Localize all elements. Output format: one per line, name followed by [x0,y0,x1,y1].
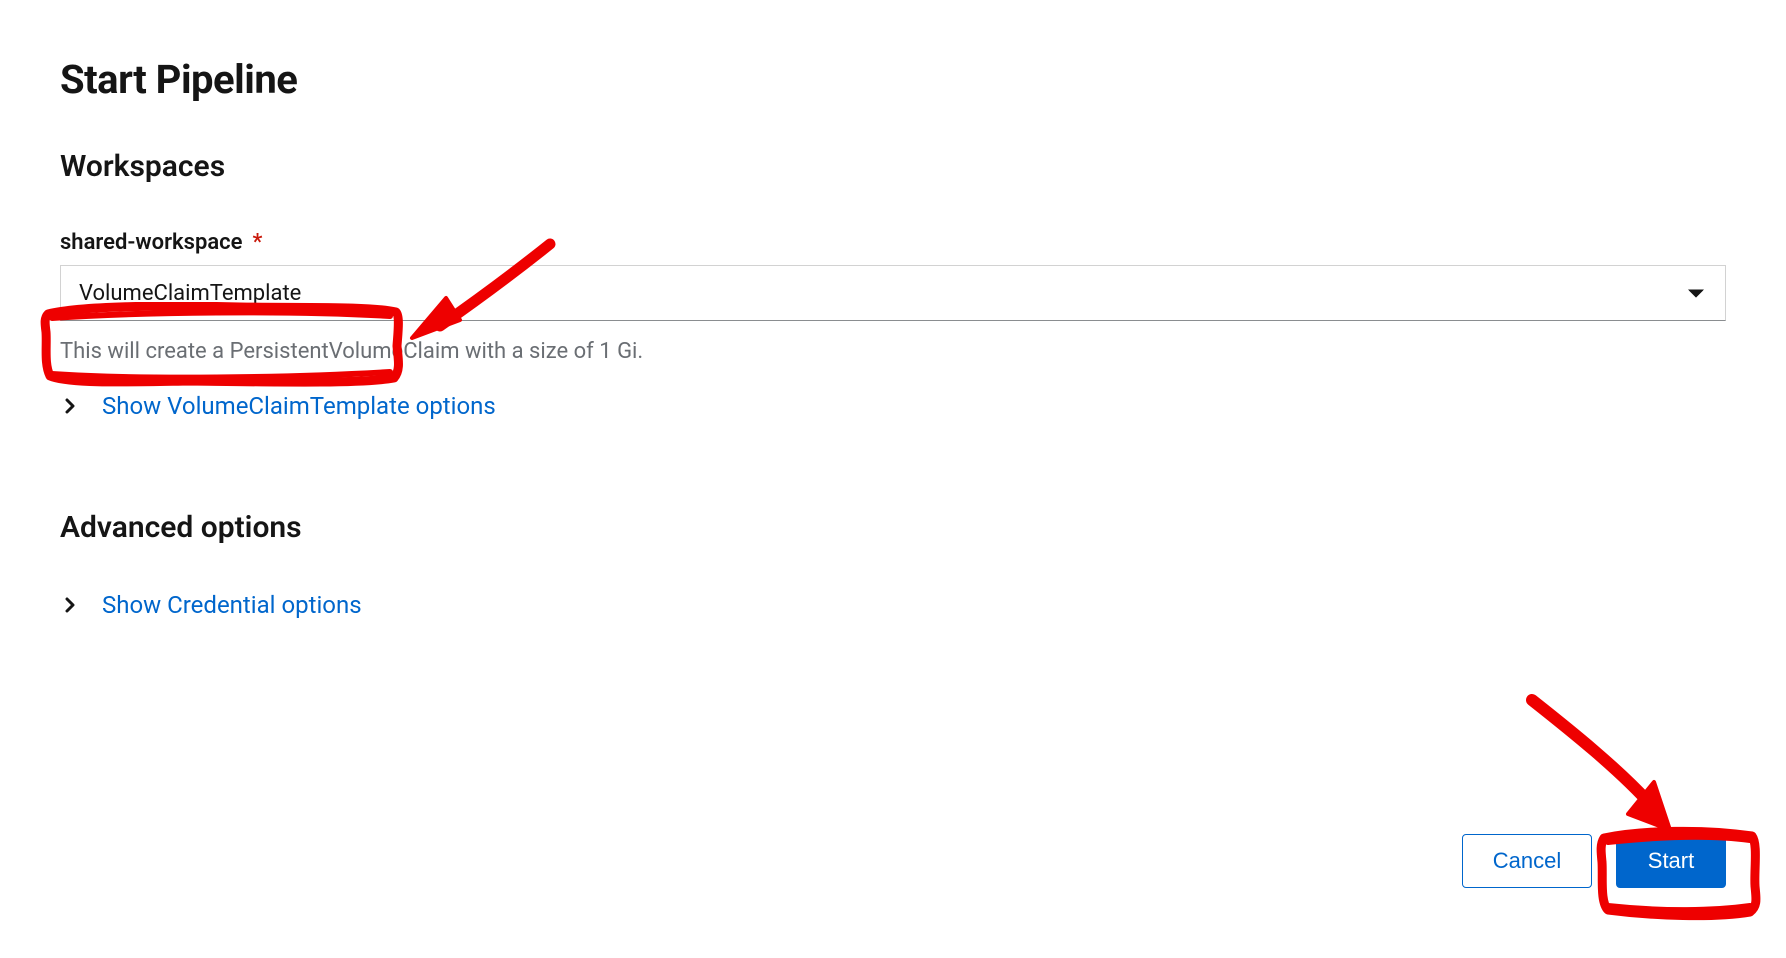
shared-workspace-select-wrap: VolumeClaimTemplate [60,265,1726,321]
shared-workspace-select[interactable]: VolumeClaimTemplate [60,265,1726,321]
chevron-right-icon [60,597,80,613]
required-asterisk: * [252,232,262,254]
caret-down-icon [1688,281,1704,306]
show-volumeclaimtemplate-options-toggle[interactable]: Show VolumeClaimTemplate options [60,392,1726,420]
annotation-arrow-to-start [1520,690,1690,840]
show-volumeclaimtemplate-options-label: Show VolumeClaimTemplate options [102,392,496,420]
advanced-options-heading: Advanced options [60,510,1726,545]
dialog-footer: Cancel Start [1462,834,1726,888]
show-credential-options-label: Show Credential options [102,591,362,619]
workspaces-heading: Workspaces [60,149,1726,184]
start-pipeline-dialog: Start Pipeline Workspaces shared-workspa… [0,0,1786,958]
show-credential-options-toggle[interactable]: Show Credential options [60,591,1726,619]
start-button[interactable]: Start [1616,834,1726,888]
advanced-options-section: Advanced options Show Credential options [60,510,1726,619]
cancel-button[interactable]: Cancel [1462,834,1592,888]
shared-workspace-label-text: shared-workspace [60,230,242,255]
page-title: Start Pipeline [60,56,1726,103]
shared-workspace-help-text: This will create a PersistentVolumeClaim… [60,339,1726,364]
shared-workspace-selected-value: VolumeClaimTemplate [79,281,301,306]
shared-workspace-label: shared-workspace * [60,230,1726,255]
chevron-right-icon [60,398,80,414]
